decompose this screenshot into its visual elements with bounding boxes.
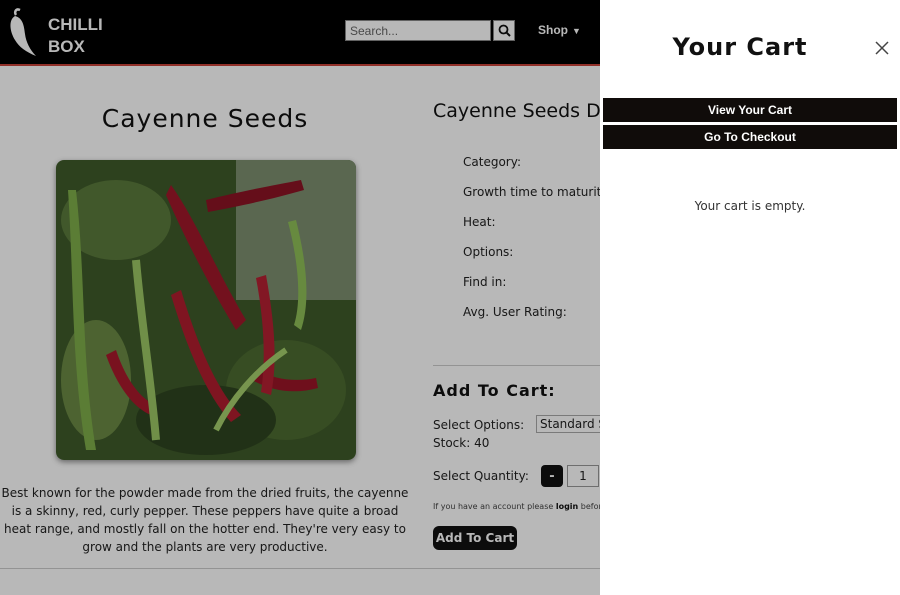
- close-icon: [875, 41, 889, 55]
- close-cart-button[interactable]: [874, 40, 890, 56]
- cart-empty-message: Your cart is empty.: [694, 199, 806, 213]
- page-overlay[interactable]: [0, 0, 600, 595]
- view-cart-button[interactable]: View Your Cart: [603, 98, 897, 122]
- cart-panel: Your Cart View Your Cart Go To Checkout …: [600, 0, 900, 595]
- checkout-button[interactable]: Go To Checkout: [603, 125, 897, 149]
- cart-title: Your Cart: [672, 33, 808, 61]
